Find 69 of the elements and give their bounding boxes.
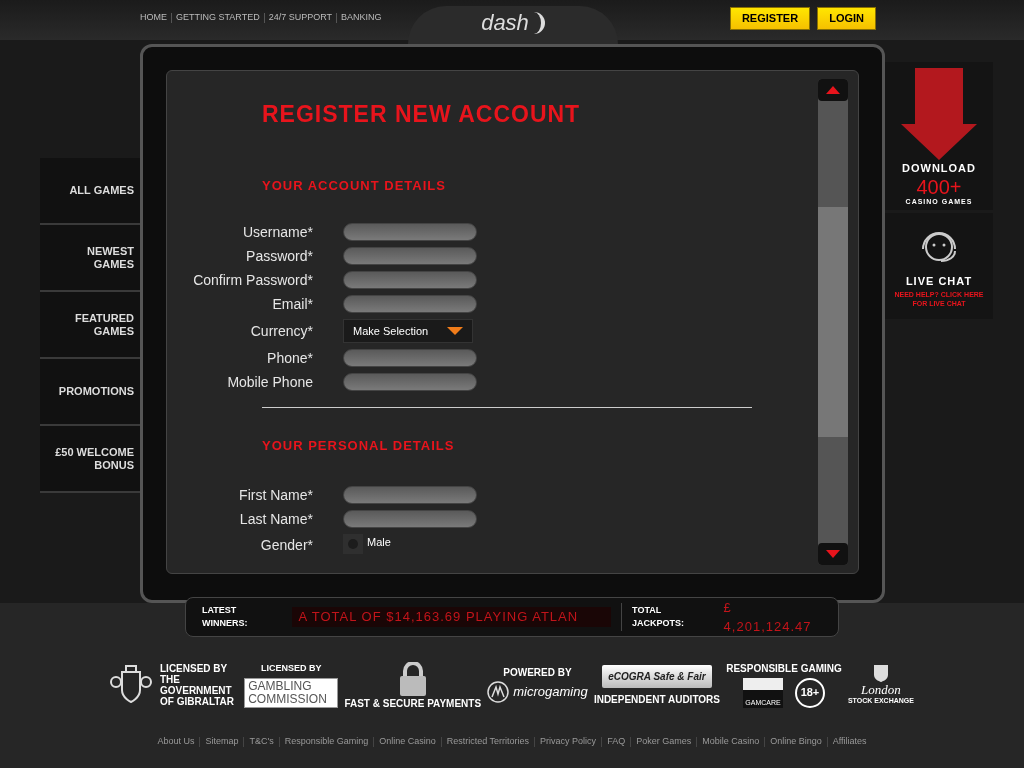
field-label: Confirm Password* (192, 271, 314, 289)
footer-link[interactable]: FAQ (607, 735, 626, 749)
field-label: Last Name* (238, 509, 314, 528)
footer-link[interactable]: Restricted Territories (446, 735, 530, 749)
footer-link[interactable]: Online Bingo (770, 735, 822, 749)
nav-link[interactable]: 24/7 SUPPORT (268, 11, 333, 25)
age-badge: 18+ (794, 677, 825, 708)
section-heading: YOUR ACCOUNT DETAILS (262, 176, 447, 195)
input-field[interactable] (343, 247, 477, 265)
license-text: LICENSED BY (260, 661, 322, 675)
auditors-text: INDEPENDENT AUDITORS (593, 694, 720, 705)
input-field[interactable] (343, 223, 477, 241)
input-field[interactable] (343, 373, 477, 391)
field-label: First Name* (238, 485, 314, 504)
login-button[interactable]: LOGIN (817, 7, 876, 30)
scroll-up-icon[interactable] (818, 79, 848, 101)
sidebar-item[interactable]: FEATURED GAMES (40, 292, 140, 359)
ticker-label: TOTAL JACKPOTS: (632, 603, 686, 630)
footer-link[interactable]: About Us (157, 735, 195, 749)
field-label: Username* (241, 223, 314, 241)
footer-link[interactable]: Responsible Gaming (284, 735, 369, 749)
down-arrow-icon (901, 68, 977, 160)
commission-logo: GAMBLING COMMISSION (244, 678, 339, 709)
sidebar-item[interactable]: £50 WELCOME BONUS (40, 426, 140, 493)
page-title: REGISTER NEW ACCOUNT (262, 100, 582, 129)
payments-text: FAST & SECURE PAYMENTS (344, 697, 482, 709)
footer-link[interactable]: T&C's (249, 735, 274, 749)
microgaming-logo: microgaming (513, 683, 588, 702)
field-label: Gender* (259, 535, 314, 554)
sidebar-item[interactable]: NEWEST GAMES (40, 225, 140, 292)
field-label: Mobile Phone (226, 373, 314, 391)
field-label: Password* (245, 247, 314, 265)
register-button[interactable]: REGISTER (729, 7, 811, 30)
footer-link[interactable]: Privacy Policy (540, 735, 597, 749)
sidebar-item[interactable]: ALL GAMES (40, 158, 140, 225)
powered-text: POWERED BY (503, 667, 572, 678)
microgaming-icon (487, 681, 510, 703)
nav-link[interactable]: HOME (140, 11, 167, 25)
input-field[interactable] (343, 349, 477, 367)
nav-link[interactable]: GETTING STARTED (176, 11, 260, 25)
jackpot-amount: £ 4,201,124.47 (723, 598, 813, 636)
winners-ticker: A TOTAL OF $14,163.69 PLAYING ATLAN (292, 607, 612, 627)
ticker-label: LATEST WINNERS: (202, 603, 249, 630)
currency-select[interactable]: Make Selection (343, 319, 473, 343)
ecogra-logo: eCOGRA Safe & Fair (602, 665, 712, 688)
field-label: Email* (271, 295, 314, 313)
caret-icon (447, 327, 463, 335)
dash-logo: dash (481, 12, 545, 34)
london-logo: London (861, 683, 901, 697)
section-heading: YOUR PERSONAL DETAILS (262, 437, 456, 455)
footer-link[interactable]: Sitemap (205, 735, 239, 749)
radio-label: Male (367, 534, 391, 550)
field-label: Currency* (249, 322, 314, 340)
scrollbar[interactable] (818, 79, 848, 565)
input-field[interactable] (343, 295, 477, 313)
input-field[interactable] (343, 271, 477, 289)
sidebar-item[interactable]: PROMOTIONS (40, 359, 140, 426)
footer-link[interactable]: Mobile Casino (702, 735, 760, 749)
field-label: Phone* (266, 349, 314, 367)
footer-link[interactable]: Online Casino (379, 735, 436, 749)
nav-link[interactable]: BANKING (341, 11, 382, 25)
scroll-down-icon[interactable] (818, 543, 848, 565)
input-field[interactable] (343, 509, 477, 528)
footer-link[interactable]: Poker Games (636, 735, 692, 749)
responsible-text: RESPONSIBLE GAMING (726, 662, 842, 674)
input-field[interactable] (343, 485, 477, 504)
footer-link[interactable]: Affiliates (832, 735, 867, 749)
license-text: LICENSED BY THE GOVERNMENT OF GIBRALTAR (160, 663, 236, 707)
padlock-icon (397, 661, 428, 696)
